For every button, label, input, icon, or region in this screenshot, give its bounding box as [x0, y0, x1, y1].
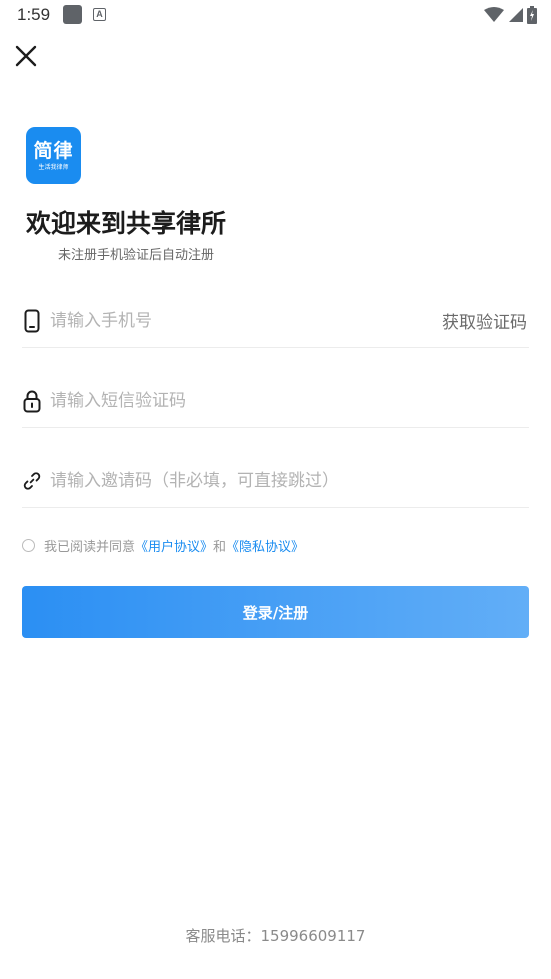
link-icon	[22, 469, 42, 493]
lock-icon	[22, 389, 42, 413]
phone-field-row: 获取验证码	[22, 294, 529, 348]
close-button[interactable]	[12, 42, 40, 70]
status-bar: 1:59 A	[0, 0, 551, 30]
page-title: 欢迎来到共享律所	[26, 209, 227, 238]
invite-code-field-row	[22, 454, 529, 508]
status-time: 1:59	[17, 5, 51, 24]
agreement-and: 和	[213, 539, 227, 555]
logo-sub-text: 生活我律师	[38, 163, 69, 171]
invite-code-input[interactable]	[50, 470, 529, 491]
battery-charging-icon	[527, 6, 537, 24]
agreement-row: 我已阅读并同意 《用户协议》 和 《隐私协议》	[22, 535, 304, 555]
text-a-icon: A	[93, 8, 106, 21]
logo-main-text: 简律	[33, 139, 74, 162]
status-icons	[484, 5, 537, 25]
login-register-button[interactable]: 登录/注册	[22, 586, 529, 638]
signal-icon	[509, 8, 523, 22]
app-icon	[63, 5, 82, 24]
page-subtitle: 未注册手机验证后自动注册	[58, 248, 215, 263]
sms-code-input[interactable]	[50, 390, 529, 411]
close-icon	[15, 45, 37, 67]
wifi-icon	[484, 7, 504, 22]
phone-icon	[22, 309, 42, 333]
user-agreement-link[interactable]: 《用户协议》	[135, 536, 213, 555]
agreement-checkbox[interactable]	[22, 538, 35, 552]
agreement-prefix: 我已阅读并同意	[44, 539, 136, 555]
privacy-agreement-link[interactable]: 《隐私协议》	[226, 536, 304, 555]
customer-service-phone: 客服电话：15996609117	[185, 927, 366, 945]
phone-input[interactable]	[50, 310, 442, 331]
sms-code-field-row	[22, 374, 529, 428]
get-code-button[interactable]: 获取验证码	[442, 308, 527, 333]
app-logo: 简律 生活我律师	[26, 127, 81, 184]
